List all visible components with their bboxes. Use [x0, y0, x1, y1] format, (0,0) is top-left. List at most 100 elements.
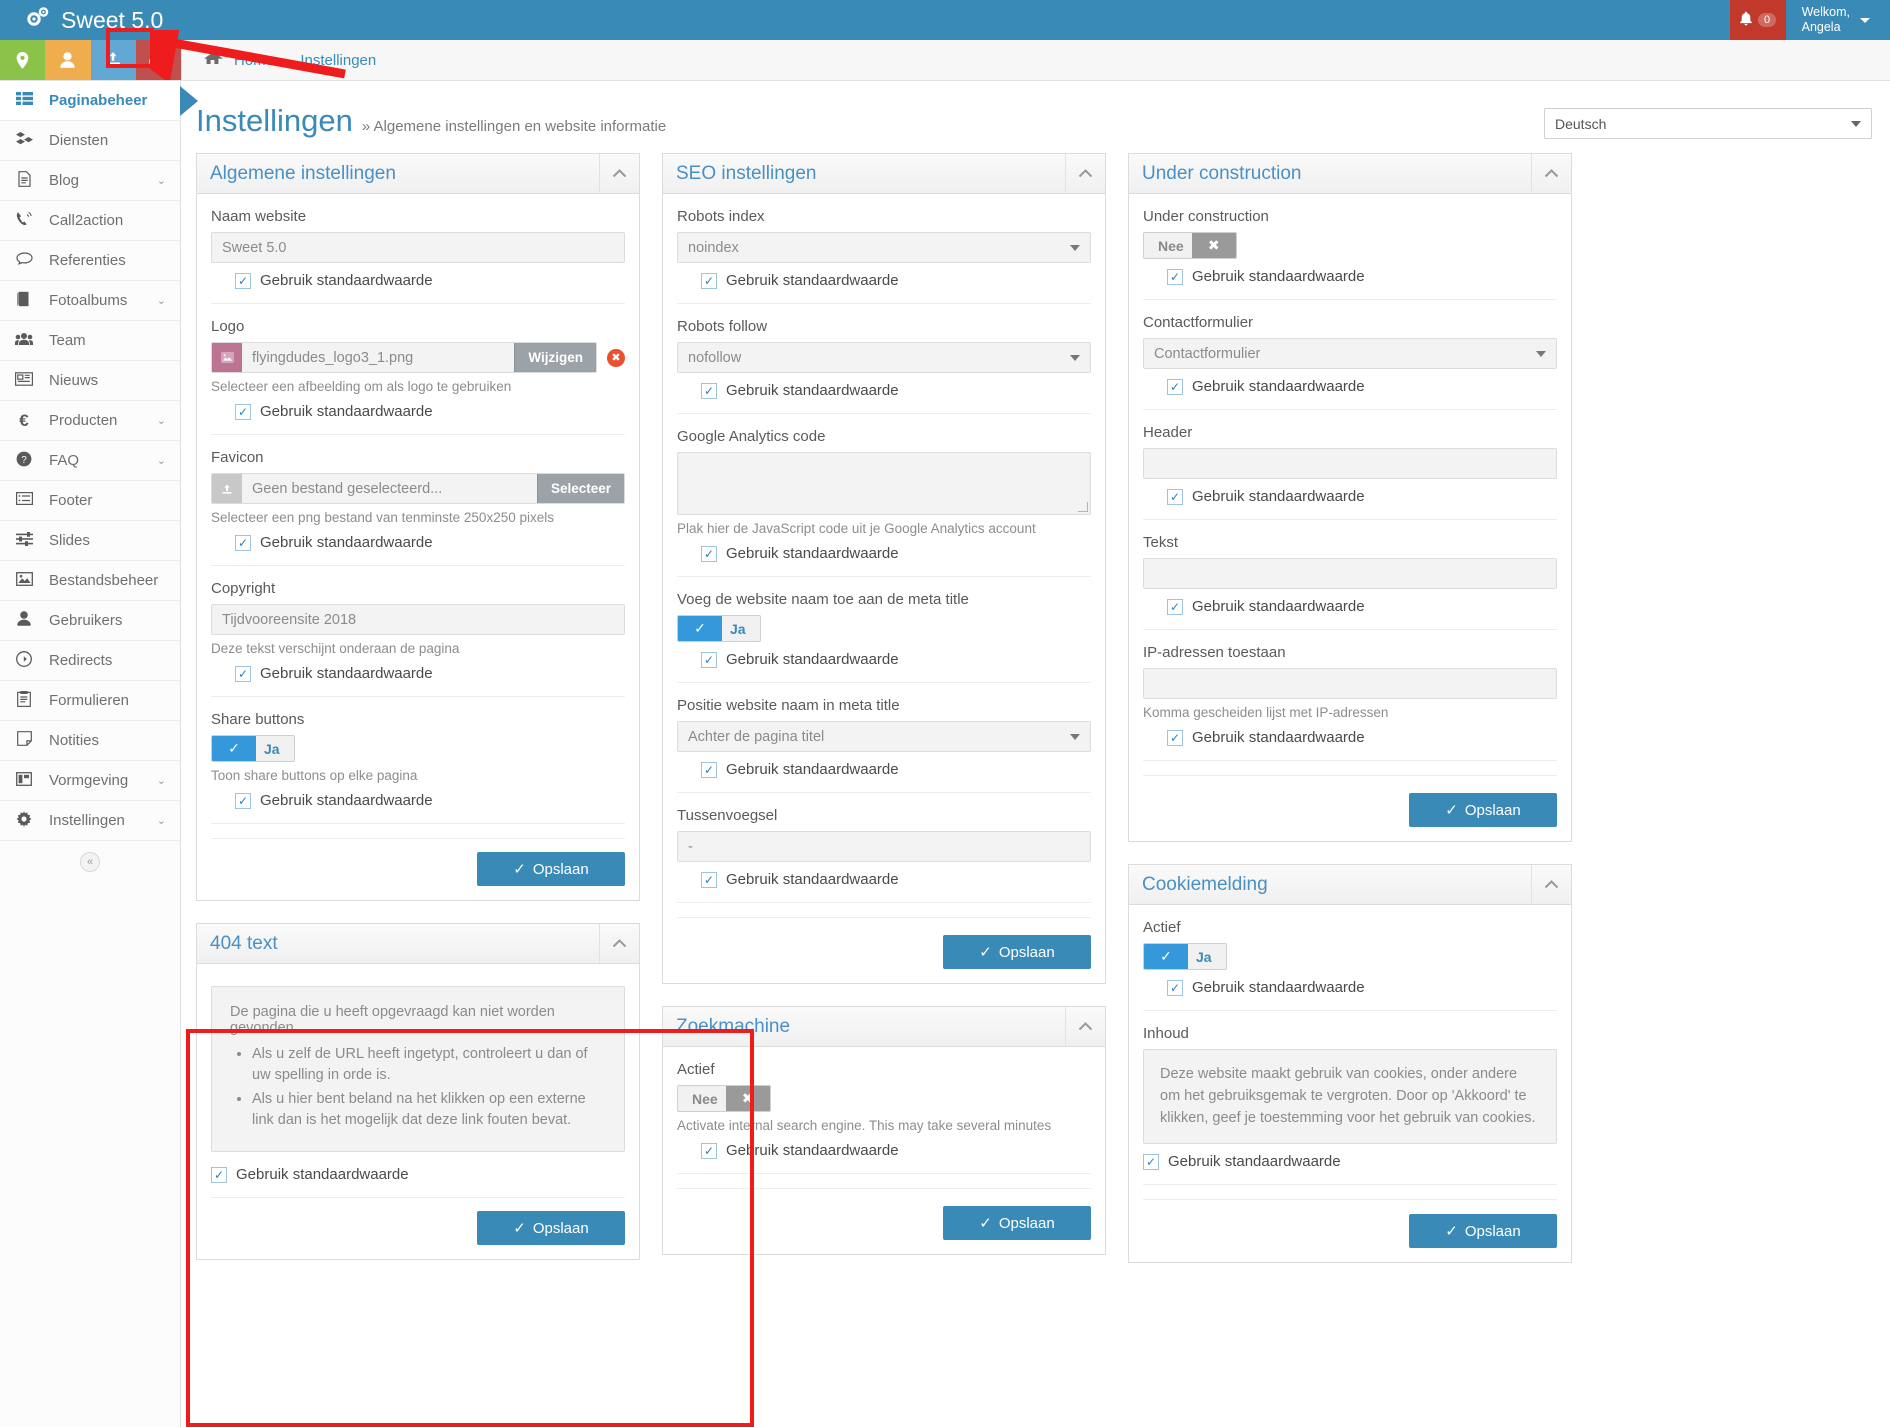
- sidebar-item-footer[interactable]: Footer: [0, 481, 180, 521]
- logo-change-button[interactable]: Wijzigen: [514, 343, 596, 372]
- save-button[interactable]: ✓ Opslaan: [1409, 1214, 1557, 1249]
- sidebar-item-slides[interactable]: Slides: [0, 521, 180, 561]
- checkbox-checked-icon[interactable]: ✓: [701, 272, 717, 289]
- checkbox-checked-icon[interactable]: ✓: [701, 382, 717, 399]
- checkbox-checked-icon[interactable]: ✓: [701, 871, 717, 888]
- use-default-row[interactable]: ✓ Gebruik standaardwaarde: [1143, 598, 1557, 615]
- checkbox-checked-icon[interactable]: ✓: [1167, 268, 1183, 285]
- checkbox-checked-icon[interactable]: ✓: [235, 403, 251, 420]
- checkbox-checked-icon[interactable]: ✓: [1167, 378, 1183, 395]
- sidebar-item-nieuws[interactable]: Nieuws: [0, 361, 180, 401]
- save-button[interactable]: ✓ Opslaan: [477, 1211, 625, 1246]
- use-default-row[interactable]: ✓ Gebruik standaardwaarde: [1143, 1153, 1557, 1170]
- favicon-file-input[interactable]: Geen bestand geselecteerd... Selecteer: [211, 473, 625, 504]
- user-menu[interactable]: Welkom, Angela: [1786, 5, 1890, 35]
- checkbox-checked-icon[interactable]: ✓: [1167, 488, 1183, 505]
- sidebar-item-call2action[interactable]: Call2action: [0, 201, 180, 241]
- breadcrumb-home-link[interactable]: Home: [234, 52, 274, 69]
- sidebar-item-fotoalbums[interactable]: Fotoalbums ⌄: [0, 281, 180, 321]
- checkbox-checked-icon[interactable]: ✓: [701, 1142, 717, 1159]
- share-buttons-toggle[interactable]: ✓ Ja: [211, 735, 295, 762]
- meta-title-toggle[interactable]: ✓ Ja: [677, 615, 761, 642]
- zoekmachine-actief-toggle[interactable]: Nee ✖: [677, 1085, 771, 1112]
- use-default-row[interactable]: ✓ Gebruik standaardwaarde: [1143, 488, 1557, 505]
- use-default-row[interactable]: ✓ Gebruik standaardwaarde: [1143, 268, 1557, 285]
- panel-collapse-button[interactable]: [1065, 154, 1105, 193]
- sidebar-item-team[interactable]: Team: [0, 321, 180, 361]
- use-default-row[interactable]: ✓ Gebruik standaardwaarde: [1143, 729, 1557, 746]
- sidebar-item-diensten[interactable]: Diensten: [0, 121, 180, 161]
- sidebar-item-instellingen[interactable]: Instellingen ⌄: [0, 801, 180, 841]
- breadcrumb-current[interactable]: Instellingen: [300, 52, 376, 69]
- checkbox-checked-icon[interactable]: ✓: [701, 545, 717, 562]
- sidebar-item-blog[interactable]: Blog ⌄: [0, 161, 180, 201]
- use-default-row[interactable]: ✓ Gebruik standaardwaarde: [677, 545, 1091, 562]
- sidebar-item-vormgeving[interactable]: Vormgeving ⌄: [0, 761, 180, 801]
- checkbox-checked-icon[interactable]: ✓: [235, 665, 251, 682]
- use-default-row[interactable]: ✓ Gebruik standaardwaarde: [677, 1142, 1091, 1159]
- use-default-row[interactable]: ✓ Gebruik standaardwaarde: [677, 651, 1091, 668]
- settings-gears-icon-button[interactable]: [135, 40, 181, 80]
- panel-collapse-button[interactable]: [1531, 154, 1571, 193]
- sidebar-item-gebruikers[interactable]: Gebruikers: [0, 601, 180, 641]
- use-default-row[interactable]: ✓ Gebruik standaardwaarde: [1143, 378, 1557, 395]
- under-construction-toggle[interactable]: Nee ✖: [1143, 232, 1237, 259]
- robots-index-select[interactable]: noindex: [677, 232, 1091, 263]
- cookie-inhoud-editor[interactable]: Deze website maakt gebruik van cookies, …: [1143, 1049, 1557, 1145]
- checkbox-checked-icon[interactable]: ✓: [701, 761, 717, 778]
- header-input[interactable]: [1143, 448, 1557, 479]
- location-pin-icon-button[interactable]: [0, 40, 46, 80]
- save-button[interactable]: ✓ Opslaan: [943, 935, 1091, 969]
- contactformulier-select[interactable]: Contactformulier: [1143, 338, 1557, 369]
- use-default-row[interactable]: ✓ Gebruik standaardwaarde: [677, 272, 1091, 289]
- robots-follow-select[interactable]: nofollow: [677, 342, 1091, 373]
- checkbox-checked-icon[interactable]: ✓: [1167, 598, 1183, 615]
- notifications-button[interactable]: 0: [1729, 0, 1786, 40]
- save-button[interactable]: ✓ Opslaan: [477, 852, 625, 886]
- sidebar-collapse-button[interactable]: «: [80, 852, 100, 872]
- use-default-row[interactable]: ✓ Gebruik standaardwaarde: [211, 792, 625, 809]
- language-select[interactable]: Deutsch: [1544, 108, 1872, 139]
- sidebar-item-producten[interactable]: € Producten ⌄: [0, 401, 180, 441]
- copyright-input[interactable]: Tijdvooreensite 2018: [211, 604, 625, 635]
- use-default-row[interactable]: ✓ Gebruik standaardwaarde: [211, 665, 625, 682]
- logo-file-input[interactable]: flyingdudes_logo3_1.png Wijzigen: [211, 342, 597, 373]
- favicon-select-button[interactable]: Selecteer: [536, 474, 624, 503]
- panel-collapse-button[interactable]: [1065, 1007, 1105, 1046]
- panel-collapse-button[interactable]: [1531, 865, 1571, 904]
- use-default-row[interactable]: ✓ Gebruik standaardwaarde: [677, 382, 1091, 399]
- use-default-row[interactable]: ✓ Gebruik standaardwaarde: [211, 272, 625, 289]
- checkbox-checked-icon[interactable]: ✓: [1167, 979, 1183, 996]
- checkbox-checked-icon[interactable]: ✓: [1143, 1153, 1159, 1170]
- use-default-row[interactable]: ✓ Gebruik standaardwaarde: [1143, 979, 1557, 996]
- checkbox-checked-icon[interactable]: ✓: [235, 792, 251, 809]
- panel-collapse-button[interactable]: [599, 154, 639, 193]
- sidebar-item-referenties[interactable]: Referenties: [0, 241, 180, 281]
- sidebar-item-faq[interactable]: ? FAQ ⌄: [0, 441, 180, 481]
- save-button[interactable]: ✓ Opslaan: [943, 1206, 1091, 1240]
- logo-remove-icon[interactable]: ✖: [607, 348, 625, 367]
- panel-collapse-button[interactable]: [599, 924, 639, 963]
- app-brand[interactable]: Sweet 5.0: [0, 6, 163, 34]
- sidebar-item-formulieren[interactable]: Formulieren: [0, 681, 180, 721]
- checkbox-checked-icon[interactable]: ✓: [701, 651, 717, 668]
- save-button[interactable]: ✓ Opslaan: [1409, 793, 1557, 827]
- checkbox-checked-icon[interactable]: ✓: [211, 1166, 227, 1183]
- download-icon-button[interactable]: [90, 40, 136, 80]
- naam-website-input[interactable]: Sweet 5.0: [211, 232, 625, 263]
- user-icon-button[interactable]: [45, 40, 91, 80]
- use-default-row[interactable]: ✓ Gebruik standaardwaarde: [677, 871, 1091, 888]
- use-default-row[interactable]: ✓ Gebruik standaardwaarde: [677, 761, 1091, 778]
- checkbox-checked-icon[interactable]: ✓: [1167, 729, 1183, 746]
- tussenvoegsel-input[interactable]: -: [677, 831, 1091, 862]
- google-analytics-textarea[interactable]: [677, 452, 1091, 515]
- cookie-actief-toggle[interactable]: ✓ Ja: [1143, 943, 1227, 970]
- use-default-row[interactable]: ✓ Gebruik standaardwaarde: [211, 1166, 625, 1183]
- 404-text-editor[interactable]: De pagina die u heeft opgevraagd kan nie…: [211, 986, 625, 1153]
- sidebar-item-notities[interactable]: Notities: [0, 721, 180, 761]
- checkbox-checked-icon[interactable]: ✓: [235, 534, 251, 551]
- sidebar-item-paginabeheer[interactable]: Paginabeheer: [0, 81, 198, 121]
- meta-title-position-select[interactable]: Achter de pagina titel: [677, 721, 1091, 752]
- sidebar-item-redirects[interactable]: Redirects: [0, 641, 180, 681]
- sidebar-item-bestandsbeheer[interactable]: Bestandsbeheer: [0, 561, 180, 601]
